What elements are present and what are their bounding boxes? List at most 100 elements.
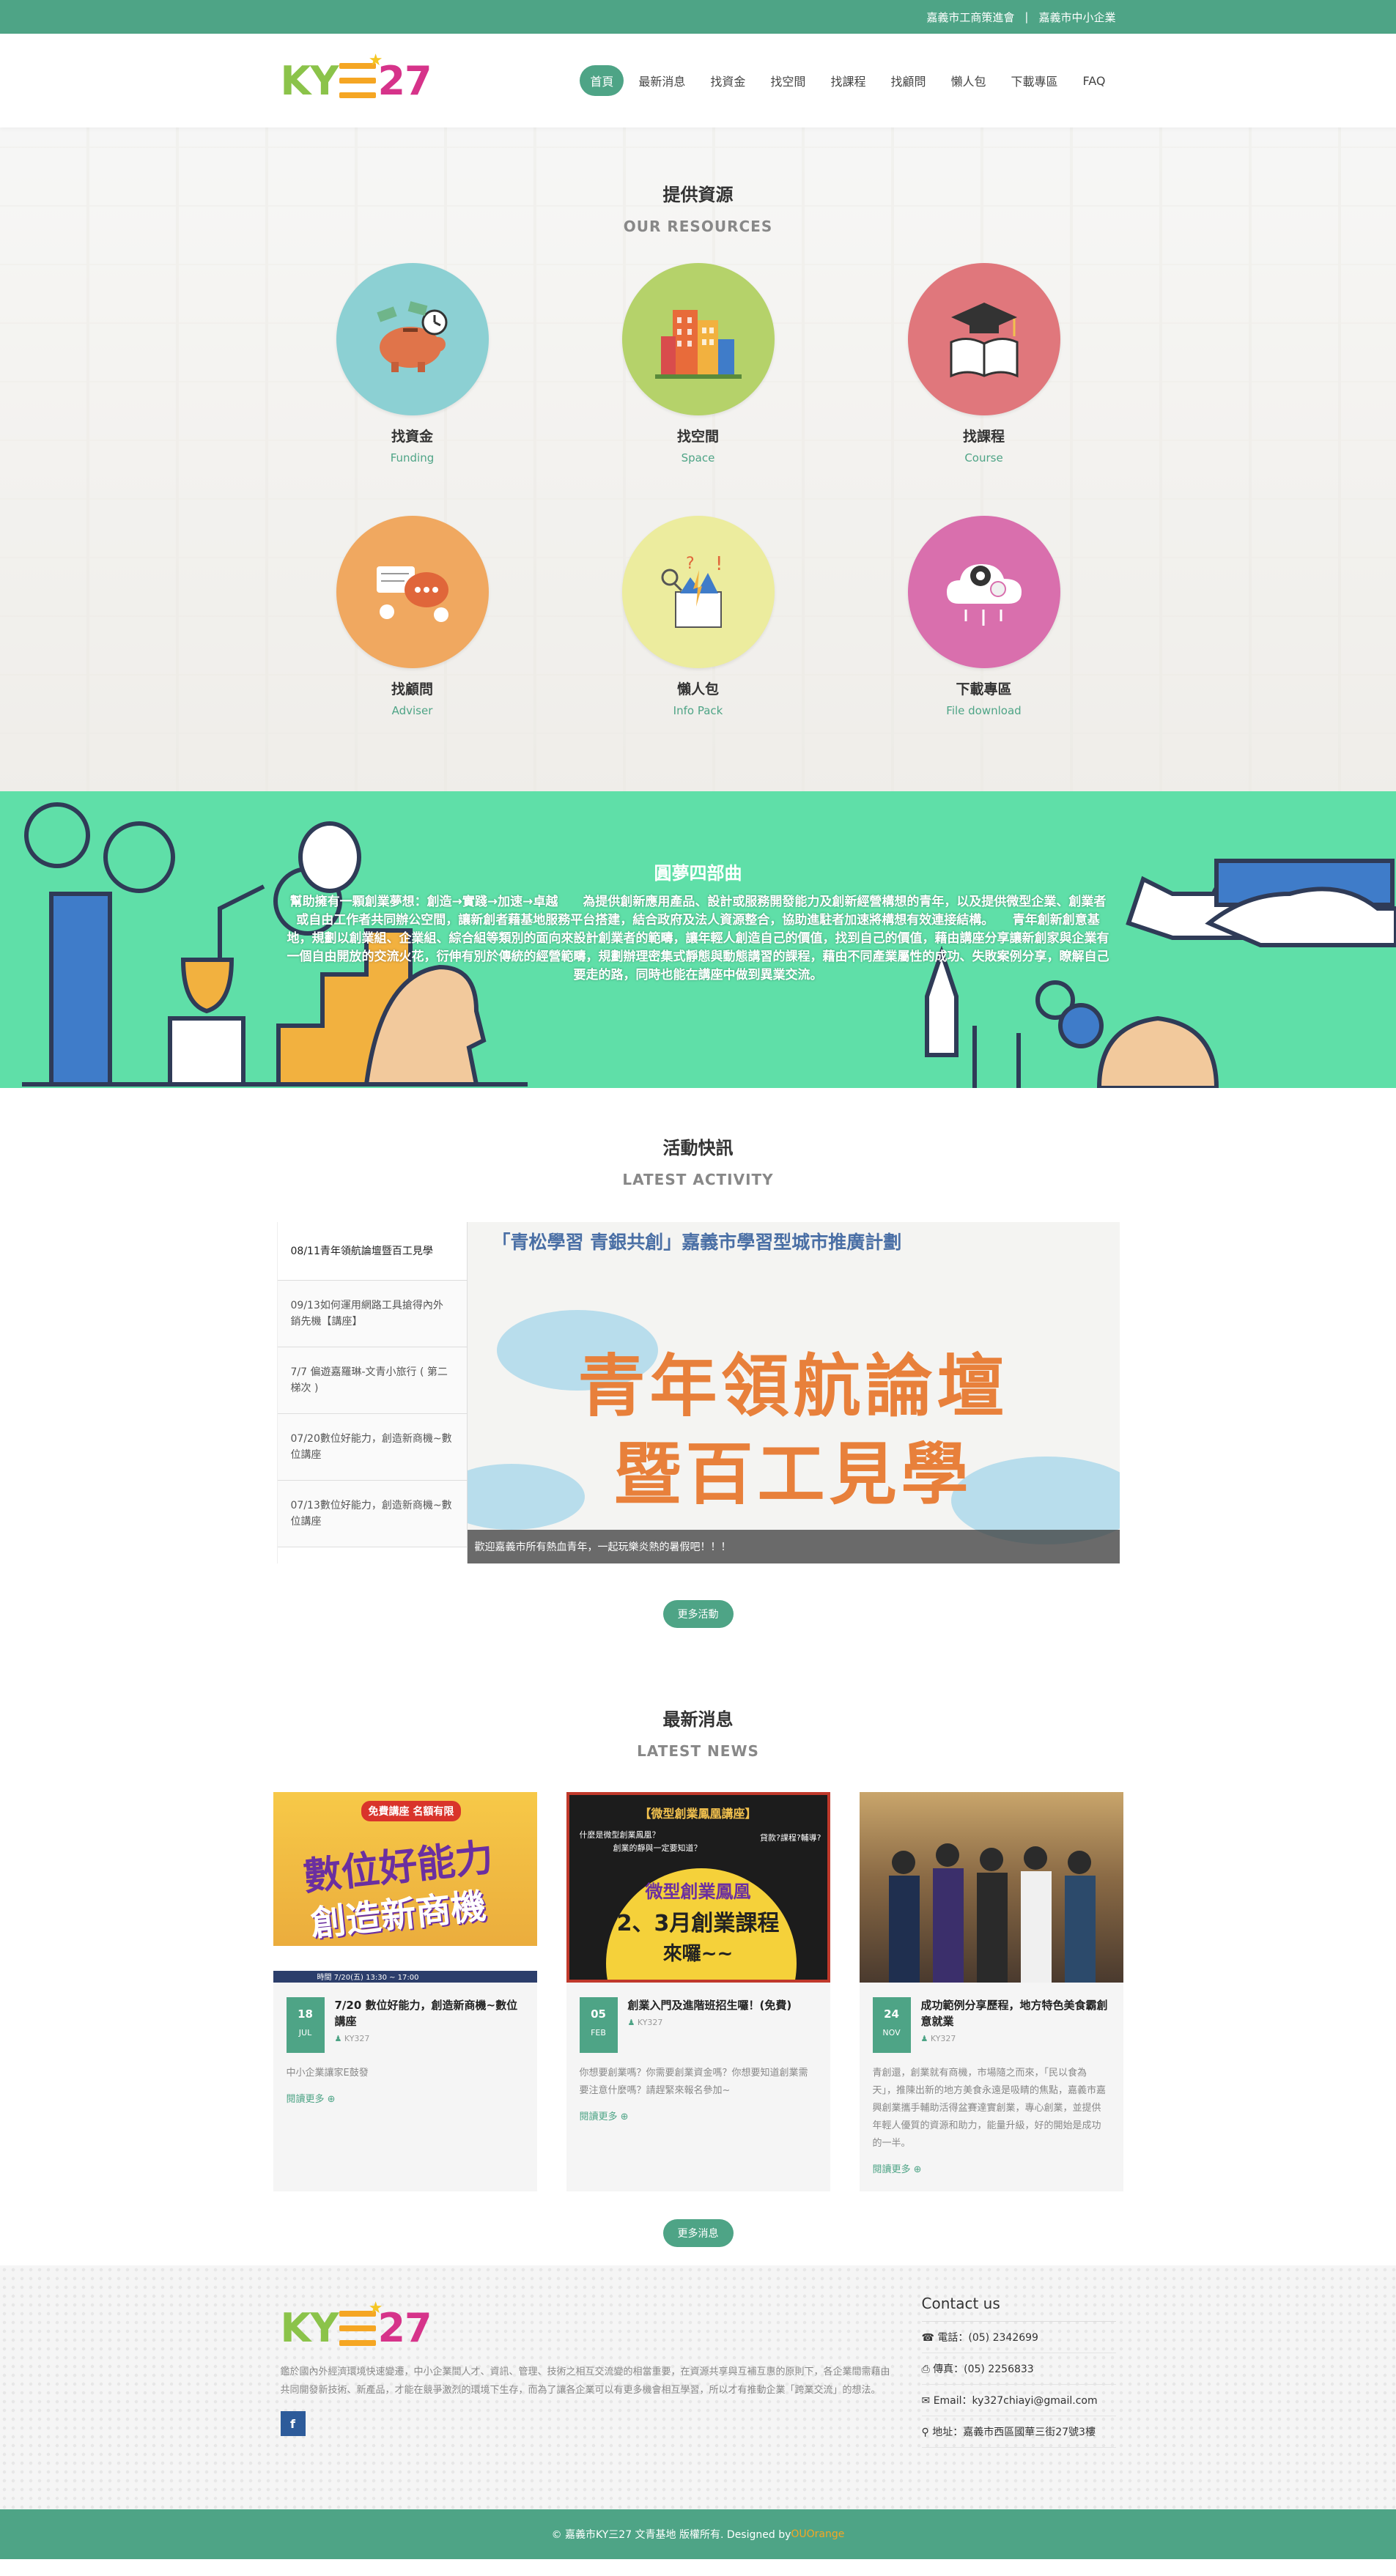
news-card[interactable]: 24 NOV 成功範例分享歷程，地方特色美食霸創意就業 ♟ KY327 青創還，… [859,1792,1123,2191]
group-photo [888,1843,1096,1983]
more-activities-button[interactable]: 更多活動 [662,1600,734,1628]
resources-title: 提供資源 [662,185,734,205]
chat-bubbles-icon [336,516,489,668]
resource-course-title: 找課程 [962,429,1005,445]
news-title: 最新消息 [662,1709,734,1730]
news-date-badge: 24 NOV [872,1997,911,2053]
news-card-author: ♟ KY327 [334,2034,370,2043]
copyright-text: © 嘉義市KY三27 文青基地 版權所有. Designed by [551,2529,791,2541]
news-heading: 最新消息 LATEST NEWS [0,1705,1396,1760]
resources-section: 提供資源 OUR RESOURCES 找資金 Funding 找空間 Space… [0,127,1396,791]
news-card[interactable]: 免費講座 名額有限 數位好能力 創造新商機 時間 7/20(五) 13:30 ~… [273,1792,537,2191]
activity-banner-caption: 歡迎嘉義市所有熱血青年，一起玩樂炎熱的暑假吧！！！ [467,1530,1120,1563]
user-icon: ♟ [334,2034,342,2043]
news-card-excerpt: 青創還，創業就有商機，市場隨之而來，「民以食為天」，推陳出新的地方美食永遠是吸睛… [872,2068,1107,2149]
activity-subtitle: LATEST ACTIVITY [622,1171,774,1188]
news-card[interactable]: 【微型創業鳳凰講座】 什麼是微型創業鳳凰？ 創業的靜與一定要知道？ 貸款?課程?… [566,1792,830,2191]
resource-download-title: 下載專區 [956,681,1012,697]
activity-banner-line2: 暨百工見學 [613,1435,973,1514]
map-pin-icon: ⚲ [921,2427,929,2438]
copyright-bar: © 嘉義市KY三27 文青基地 版權所有. Designed by OUOran… [0,2509,1396,2559]
svg-text:?: ? [686,555,695,573]
news-card-image [859,1792,1123,1983]
resource-download-subtitle: File download [946,704,1022,717]
arrow-circle-icon: ⊕ [913,2164,922,2175]
topbar-link-commerce[interactable]: 嘉義市工商策進會 [926,10,1014,25]
email-icon: ✉ [921,2395,931,2407]
news-card-author: ♟ KY327 [920,2034,956,2043]
news-card-excerpt: 中小企業讓家E鼓發 [286,2068,369,2079]
more-news-button[interactable]: 更多消息 [662,2219,734,2247]
nav-download[interactable]: 下載專區 [1000,65,1068,96]
activity-item-1[interactable]: 08/11青年領航論壇暨百工見學 [277,1222,467,1281]
news-card-title[interactable]: 7/20 數位好能力，創造新商機~數位講座 [335,1997,524,2029]
read-more-link[interactable]: 閱讀更多 ⊕ [287,2091,524,2105]
contact-fax: ⎙ 傳真：(05) 2256833 [921,2353,1116,2385]
resource-funding[interactable]: 找資金 Funding [270,263,555,465]
resource-funding-title: 找資金 [391,429,433,445]
nav-adviser[interactable]: 找顧問 [880,65,936,96]
resource-download[interactable]: 下載專區 File download [841,516,1127,717]
read-more-link[interactable]: 閱讀更多 ⊕ [873,2161,1110,2175]
idea-box-icon: !? [621,516,775,668]
user-icon: ♟ [920,2034,928,2043]
contact-address: ⚲ 地址：嘉義市西區國華三街27號3樓 [921,2416,1116,2448]
svg-text:!: ! [715,553,723,575]
nav-info-pack[interactable]: 懶人包 [940,65,996,96]
phone-icon: ☎ [921,2332,934,2344]
arrow-circle-icon: ⊕ [327,2094,336,2105]
nav-news[interactable]: 最新消息 [628,65,695,96]
nav-course[interactable]: 找課程 [820,65,876,96]
contact-block: Contact us ☎ 電話：(05) 2342699 ⎙ 傳真：(05) 2… [921,2295,1116,2448]
activity-heading: 活動快訊 LATEST ACTIVITY [0,1133,1396,1188]
contact-phone: ☎ 電話：(05) 2342699 [921,2322,1116,2353]
dream-banner: 圓夢四部曲 幫助擁有一顆創業夢想：創造→實踐→加速→卓越 為提供創新應用產品、設… [0,791,1396,1088]
news-card-title[interactable]: 創業入門及進階班招生囉！(免費) [628,1997,792,2013]
activity-banner-header: 「青松學習 青銀共創」嘉義市學習型城市推廣計劃 [492,1232,902,1253]
nav-space[interactable]: 找空間 [760,65,816,96]
resources-heading: 提供資源 OUR RESOURCES [0,127,1396,235]
resource-adviser-subtitle: Adviser [391,704,433,717]
nav-funding[interactable]: 找資金 [700,65,756,96]
resource-info-pack[interactable]: !? 懶人包 Info Pack [555,516,841,717]
resource-space[interactable]: 找空間 Space [555,263,841,465]
designer-link[interactable]: OUOrange [791,2528,844,2540]
news-card-image: 免費講座 名額有限 數位好能力 創造新商機 時間 7/20(五) 13:30 ~… [273,1792,537,1983]
piggy-bank-icon [336,263,489,415]
cloud-download-icon [907,516,1060,668]
logo-three-glyph: ★ [339,2299,383,2346]
dream-title: 圓夢四部曲 [654,863,742,884]
site-logo[interactable]: KY ★ 27 [281,51,432,104]
activity-item-5[interactable]: 07/13數位好能力，創造新商機~數位講座 [277,1481,467,1547]
news-card-image: 【微型創業鳳凰講座】 什麼是微型創業鳳凰？ 創業的靜與一定要知道？ 貸款?課程?… [566,1792,830,1983]
footer: KY ★ 27 鑑於國內外經濟環境快速變遷，中小企業間人才、資訊、管理、技術之相… [0,2265,1396,2509]
resource-course[interactable]: 找課程 Course [841,263,1127,465]
user-icon: ♟ [627,2018,635,2027]
contact-email[interactable]: ✉ Email：ky327chiayi@gmail.com [921,2385,1116,2416]
nav-home[interactable]: 首頁 [580,65,624,96]
logo-three-glyph: ★ [339,51,383,98]
buildings-icon [621,263,775,415]
resources-subtitle: OUR RESOURCES [623,218,773,235]
nav-faq[interactable]: FAQ [1073,67,1116,95]
header: KY ★ 27 首頁 最新消息 找資金 找空間 找課程 找顧問 懶人包 下載專區… [0,34,1396,127]
activity-banner[interactable]: 「青松學習 青銀共創」嘉義市學習型城市推廣計劃 青年領航論壇 暨百工見學 歡迎嘉… [467,1222,1120,1563]
resource-adviser-title: 找顧問 [391,681,433,697]
news-card-author: ♟ KY327 [627,2018,663,2027]
facebook-icon[interactable]: f [280,2411,306,2436]
topbar-link-sme[interactable]: 嘉義市中小企業 [1038,10,1115,25]
resource-info-pack-subtitle: Info Pack [673,704,723,717]
activity-item-4[interactable]: 07/20數位好能力，創造新商機~數位講座 [277,1414,467,1481]
footer-logo[interactable]: KY ★ 27 [281,2299,896,2352]
main-nav: 首頁 最新消息 找資金 找空間 找課程 找顧問 懶人包 下載專區 FAQ [580,65,1115,96]
resource-space-title: 找空間 [676,429,719,445]
fax-icon: ⎙ [921,2364,930,2375]
resource-adviser[interactable]: 找顧問 Adviser [270,516,555,717]
news-date-badge: 05 FEB [579,1997,618,2053]
activity-title: 活動快訊 [662,1138,734,1158]
activity-item-3[interactable]: 7/7 偏遊嘉羅琳-文青小旅行 ( 第二梯次 ) [277,1347,467,1414]
read-more-link[interactable]: 閱讀更多 ⊕ [580,2109,817,2122]
activity-item-2[interactable]: 09/13如何運用網路工具搶得內外銷先機【講座】 [277,1281,467,1347]
footer-about: 鑑於國內外經濟環境快速變遷，中小企業間人才、資訊、管理、技術之相互交流變的相當重… [280,2366,890,2396]
news-card-title[interactable]: 成功範例分享歷程，地方特色美食霸創意就業 [921,1997,1110,2029]
